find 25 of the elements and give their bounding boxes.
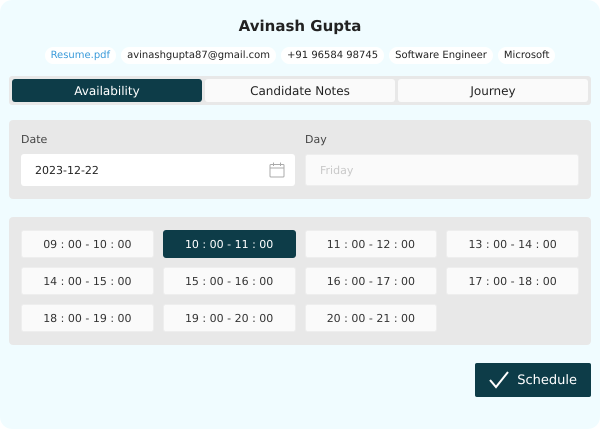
schedule-button[interactable]: Schedule xyxy=(475,363,591,397)
tab[interactable]: Candidate Notes xyxy=(205,79,395,102)
field-label: Date xyxy=(21,133,48,146)
time-slot[interactable]: 09 : 00 - 10 : 00 xyxy=(21,230,154,258)
time-slot[interactable]: 18 : 00 - 19 : 00 xyxy=(21,304,154,332)
field-label: Day xyxy=(305,133,328,146)
info-chip: avinashgupta87@gmail.com xyxy=(121,47,276,64)
calendar-icon xyxy=(269,162,285,178)
time-slot[interactable]: 14 : 00 - 15 : 00 xyxy=(21,267,154,295)
time-slot[interactable]: 10 : 00 - 11 : 00 xyxy=(162,230,296,258)
info-chip: Microsoft xyxy=(498,47,556,64)
time-slot[interactable]: 11 : 00 - 12 : 00 xyxy=(304,230,438,258)
time-slot[interactable]: 19 : 00 - 20 : 00 xyxy=(162,304,296,332)
time-slot[interactable]: 13 : 00 - 14 : 00 xyxy=(446,230,579,258)
candidate-name: Avinash Gupta xyxy=(238,17,362,37)
time-slot[interactable]: 20 : 00 - 21 : 00 xyxy=(304,304,438,332)
time-slot[interactable]: 17 : 00 - 18 : 00 xyxy=(446,267,579,295)
tab[interactable]: Availability xyxy=(12,79,202,102)
date-field[interactable]: 2023-12-22 xyxy=(21,154,295,186)
time-slot[interactable]: 15 : 00 - 16 : 00 xyxy=(162,267,296,295)
info-chip: Software Engineer xyxy=(389,47,493,64)
info-chip: +91 96584 98745 xyxy=(281,47,384,64)
tab[interactable]: Journey xyxy=(398,79,588,102)
time-slot[interactable]: 16 : 00 - 17 : 00 xyxy=(304,267,438,295)
checkmark-icon xyxy=(489,371,510,389)
